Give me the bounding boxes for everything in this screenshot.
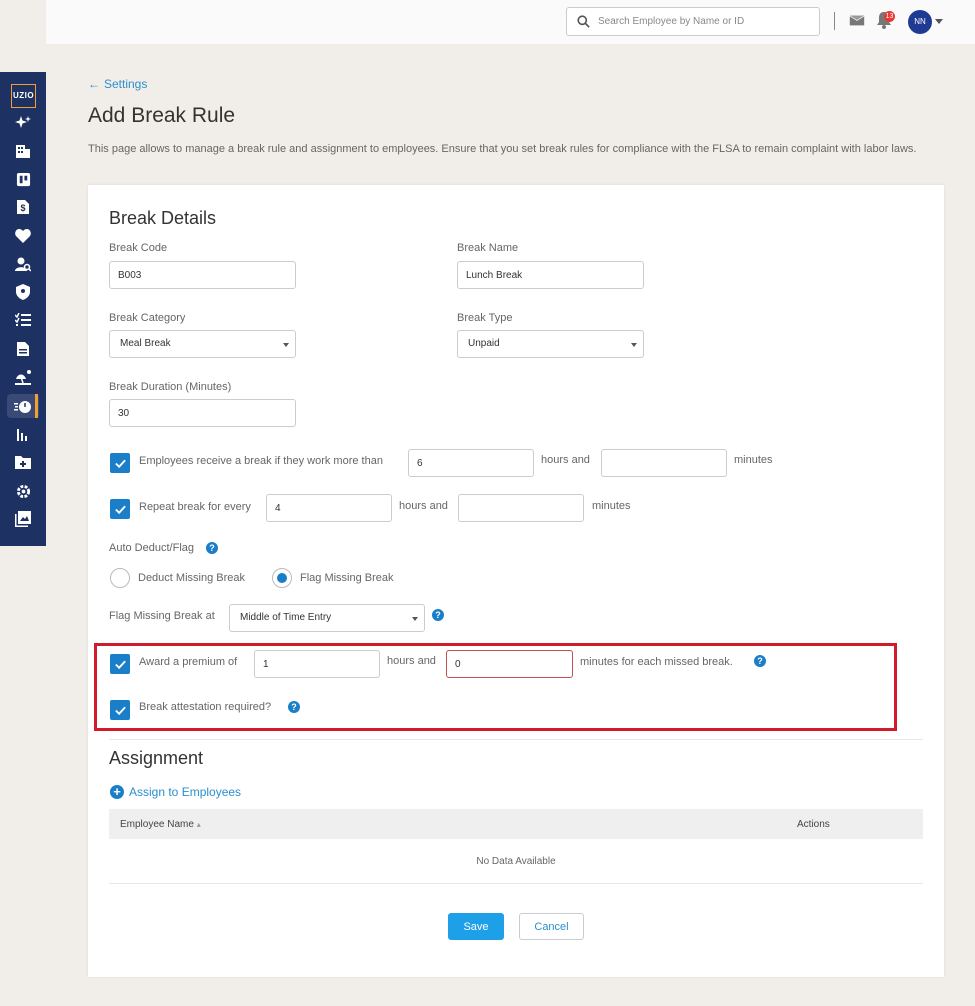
page-title: Add Break Rule (88, 104, 236, 127)
shield-icon[interactable] (14, 283, 32, 301)
search-icon (577, 15, 590, 28)
back-link-label: Settings (104, 77, 148, 91)
assign-to-employees-link[interactable]: + Assign to Employees (110, 785, 241, 799)
help-icon[interactable]: ? (432, 609, 444, 621)
chevron-down-icon[interactable] (935, 19, 943, 24)
notification-badge: 13 (884, 11, 895, 22)
work-more-label: Employees receive a break if they work m… (139, 455, 383, 467)
empty-table-message: No Data Available (476, 856, 556, 867)
help-icon[interactable]: ? (206, 542, 218, 554)
board-icon[interactable] (14, 170, 32, 188)
vacation-icon[interactable] (14, 368, 32, 386)
award-premium-checkbox[interactable] (110, 654, 130, 674)
work-more-checkbox[interactable] (110, 453, 130, 473)
break-type-select[interactable]: Unpaid (457, 330, 644, 358)
repeat-minutes-input[interactable] (458, 494, 584, 522)
timer-icon[interactable] (14, 397, 32, 415)
gear-icon[interactable] (14, 482, 32, 500)
employee-search[interactable] (566, 7, 820, 36)
sort-asc-icon: ▴ (196, 820, 201, 829)
work-more-hours-input[interactable] (408, 449, 534, 477)
flag-at-select[interactable]: Middle of Time Entry (229, 604, 425, 632)
flag-missing-break-radio[interactable] (272, 568, 292, 588)
hours-and-text: hours and (387, 655, 436, 667)
svg-text:$: $ (20, 203, 25, 213)
award-minutes-input[interactable] (446, 650, 573, 678)
minutes-text: minutes (734, 454, 773, 466)
break-category-label: Break Category (109, 312, 186, 324)
work-more-minutes-input[interactable] (601, 449, 727, 477)
sparkle-icon[interactable] (14, 114, 32, 132)
table-bottom-divider (109, 883, 923, 884)
deduct-missing-break-radio[interactable] (110, 568, 130, 588)
document-icon[interactable] (14, 340, 32, 358)
break-details-title: Break Details (109, 208, 217, 228)
break-code-input[interactable] (109, 261, 296, 289)
toolbar-divider (834, 12, 835, 30)
break-category-select[interactable]: Meal Break (109, 330, 296, 358)
help-icon[interactable]: ? (754, 655, 766, 667)
sidebar: UZIO $ (0, 72, 46, 546)
hours-and-text: hours and (399, 500, 448, 512)
attestation-label: Break attestation required? (139, 701, 272, 713)
break-code-label: Break Code (109, 242, 168, 254)
save-button[interactable]: Save (448, 913, 504, 940)
repeat-break-label: Repeat break for every (139, 501, 251, 513)
repeat-hours-input[interactable] (266, 494, 392, 522)
bar-chart-icon[interactable] (14, 425, 32, 443)
break-duration-label: Break Duration (Minutes) (109, 381, 232, 393)
sidebar-active-indicator (35, 394, 38, 418)
inbox-phone-icon[interactable] (848, 11, 868, 31)
assign-link-label: Assign to Employees (129, 785, 242, 799)
employee-name-column-header[interactable]: Employee Name ▴ (120, 819, 201, 830)
folder-plus-icon[interactable] (14, 453, 32, 471)
dollar-doc-icon[interactable]: $ (14, 198, 32, 216)
actions-column-header: Actions (797, 819, 830, 830)
arrow-left-icon: ← (88, 77, 100, 91)
avatar[interactable]: NN (908, 10, 932, 34)
hours-and-text: hours and (541, 454, 590, 466)
heart-icon[interactable] (14, 227, 32, 245)
back-to-settings-link[interactable]: ← Settings (88, 77, 147, 91)
employee-name-header-label: Employee Name (120, 819, 194, 830)
check-icon (114, 505, 126, 514)
award-hours-input[interactable] (254, 650, 380, 678)
gallery-icon[interactable] (14, 510, 32, 528)
assignment-table-header: Employee Name ▴ Actions (109, 809, 923, 839)
check-icon (114, 706, 126, 715)
deduct-missing-break-label: Deduct Missing Break (138, 572, 245, 584)
section-divider (109, 739, 923, 740)
attestation-checkbox[interactable] (110, 700, 130, 720)
break-type-label: Break Type (457, 312, 513, 324)
page-description: This page allows to manage a break rule … (88, 143, 917, 155)
check-icon (114, 660, 126, 669)
assignment-title: Assignment (109, 748, 204, 768)
building-icon[interactable] (14, 142, 32, 160)
award-suffix-text: minutes for each missed break. (580, 656, 733, 668)
uzio-logo[interactable]: UZIO (11, 84, 36, 108)
break-duration-input[interactable] (109, 399, 296, 427)
top-bar: 13 NN (46, 0, 975, 44)
search-input[interactable] (598, 16, 798, 27)
flag-missing-break-label: Flag Missing Break (300, 572, 394, 584)
checklist-icon[interactable] (14, 311, 32, 329)
break-name-label: Break Name (457, 242, 519, 254)
award-premium-label: Award a premium of (139, 656, 238, 668)
flag-at-label: Flag Missing Break at (109, 610, 215, 622)
break-name-input[interactable] (457, 261, 644, 289)
cancel-button[interactable]: Cancel (519, 913, 584, 940)
person-search-icon[interactable] (14, 255, 32, 273)
plus-circle-icon: + (110, 785, 124, 799)
repeat-break-checkbox[interactable] (110, 499, 130, 519)
check-icon (114, 459, 126, 468)
break-rule-card: Break Details Break Code Break Name Brea… (88, 185, 944, 977)
auto-deduct-flag-label: Auto Deduct/Flag (109, 542, 194, 554)
minutes-text: minutes (592, 500, 631, 512)
help-icon[interactable]: ? (288, 701, 300, 713)
